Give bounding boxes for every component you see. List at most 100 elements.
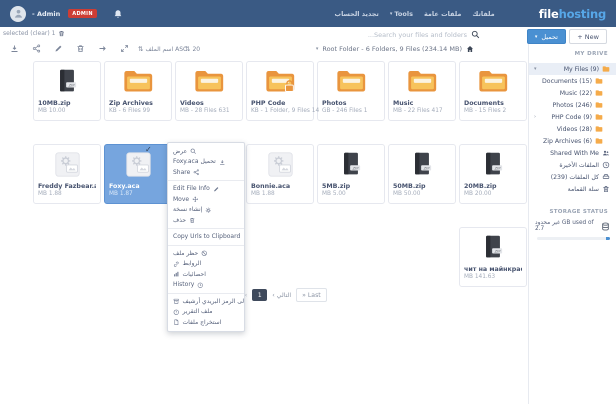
item-name[interactable]: Music xyxy=(393,100,451,107)
share-icon[interactable] xyxy=(32,44,41,53)
nav-tools-dropdown[interactable]: Tools▾ xyxy=(390,10,413,18)
file-card-50mb-zip[interactable]: .ZIP 50MB.zip MB 50.00 xyxy=(388,144,456,204)
new-button[interactable]: + New xyxy=(569,29,607,44)
menu-divider xyxy=(168,180,244,181)
download-icon[interactable] xyxy=(10,44,19,53)
item-name[interactable]: 10MB.zip xyxy=(38,100,96,107)
trash-icon xyxy=(602,185,610,193)
item-name[interactable]: 5MB.zip xyxy=(322,183,380,190)
sidebar-item-recent-files[interactable]: الملفات الأخيرة xyxy=(529,159,616,171)
search-input[interactable] xyxy=(321,31,467,39)
menu-item-add-to-zip-archive[interactable]: إضافة إلى الرمز البريدي أرشيف xyxy=(168,296,244,307)
sidebar-item-php-code[interactable]: › PHP Code (9) xyxy=(529,111,616,123)
file-card-minecraft-cheat-zip[interactable]: .ZIP чит на майнкрафт.zip MB 141.63 xyxy=(459,227,527,287)
pagination-next[interactable]: ‹ التالي xyxy=(272,292,291,299)
selected-count-text[interactable]: selected (clear) 1 xyxy=(3,30,55,37)
menu-item-delete[interactable]: حذف xyxy=(168,215,244,226)
edit-icon[interactable] xyxy=(54,44,63,53)
chart-icon xyxy=(173,271,180,278)
menu-item-copy-urls[interactable]: Copy Urls to Clipboard xyxy=(168,232,244,243)
menu-item-extract-files[interactable]: استخراج ملفات xyxy=(168,317,244,328)
bulk-actions-toolbar xyxy=(10,44,129,53)
item-name[interactable]: 20MB.zip xyxy=(464,183,522,190)
sidebar: MY DRIVE ▾ My Files (9) Documents (15) M… xyxy=(528,44,616,404)
image-file-icon xyxy=(125,151,152,178)
item-name[interactable]: Zip Archives xyxy=(109,100,167,107)
notifications-bell-icon[interactable] xyxy=(113,9,123,19)
home-icon[interactable] xyxy=(466,45,474,53)
folder-card-videos[interactable]: Videos MB - 28 Files 631 xyxy=(175,61,243,121)
trash-icon[interactable] xyxy=(76,44,85,53)
file-card-5mb-zip[interactable]: .ZIP 5MB.zip MB 5.00 xyxy=(317,144,385,204)
item-name[interactable]: чит на майнкрафт.zip xyxy=(464,266,522,273)
sidebar-item-all-files[interactable]: كل الملفات (239) xyxy=(529,171,616,183)
menu-item-statistics[interactable]: احصائيات xyxy=(168,269,244,280)
move-icon[interactable] xyxy=(98,44,107,53)
sidebar-item-documents[interactable]: Documents (15) xyxy=(529,75,616,87)
item-name[interactable]: Videos xyxy=(180,100,238,107)
folder-icon xyxy=(595,89,603,97)
history-icon xyxy=(197,282,204,289)
sidebar-item-photos[interactable]: Photos (246) xyxy=(529,99,616,111)
user-avatar[interactable] xyxy=(10,6,26,22)
nav-your-files[interactable]: ملفاتك xyxy=(472,10,494,18)
folder-card-music[interactable]: Music MB - 22 Files 417 xyxy=(388,61,456,121)
svg-text:.ZIP: .ZIP xyxy=(494,166,502,170)
sort-control[interactable]: ⇅ اسم الملف ASC xyxy=(138,45,187,53)
clear-selection-trash-icon[interactable] xyxy=(58,30,65,37)
sidebar-item-shared-with-me[interactable]: Shared With Me xyxy=(529,147,616,159)
folder-card-photos[interactable]: Photos GB - 246 Files 1 xyxy=(317,61,385,121)
item-name[interactable]: Freddy Fazbear.aca xyxy=(38,183,96,190)
menu-item-block-file[interactable]: حظر ملف xyxy=(168,248,244,259)
pagination-page-1[interactable]: 1 xyxy=(252,289,267,301)
item-name[interactable]: 50MB.zip xyxy=(393,183,451,190)
menu-item-view[interactable]: عرض xyxy=(168,146,244,157)
menu-item-edit-file-info[interactable]: Edit File Info xyxy=(168,184,244,195)
file-card-10mb-zip[interactable]: .ZIP 10MB.zip MB 10.00 xyxy=(33,61,101,121)
item-name[interactable]: Photos xyxy=(322,100,380,107)
pagination-last[interactable]: » Last xyxy=(296,288,327,302)
nav-public-files[interactable]: ملفات عامة xyxy=(424,10,461,18)
file-icon xyxy=(173,319,180,326)
menu-item-links[interactable]: الروابط xyxy=(168,259,244,270)
nav-renew-account[interactable]: تجديد الحساب xyxy=(335,10,379,18)
folder-card-zip-archives[interactable]: Zip Archives KB - 6 Files 99 xyxy=(104,61,172,121)
file-card-freddy[interactable]: Freddy Fazbear.aca MB 1.88 xyxy=(33,144,101,204)
folder-icon xyxy=(407,69,438,93)
menu-item-history[interactable]: History xyxy=(168,280,244,291)
sidebar-item-zip-archives[interactable]: Zip Archives (6) xyxy=(529,135,616,147)
search-icon[interactable] xyxy=(471,30,480,39)
per-page-control[interactable]: ⇅ 20 xyxy=(185,45,200,53)
user-menu[interactable]: - Admin xyxy=(32,10,60,18)
storage-usage: غير محدود GB used of 2.7 xyxy=(529,220,616,232)
item-name[interactable]: Bonnie.aca xyxy=(251,183,309,190)
upload-button[interactable]: تحميل ▾ xyxy=(527,29,566,44)
menu-item-report-file[interactable]: ملف التقرير xyxy=(168,307,244,318)
file-card-20mb-zip[interactable]: .ZIP 20MB.zip MB 20.00 xyxy=(459,144,527,204)
item-meta: MB - 15 Files 2 xyxy=(464,108,522,114)
menu-item-move[interactable]: Move xyxy=(168,194,244,205)
file-card-foxy-selected[interactable]: ✓ Foxy.aca MB 1.87 xyxy=(104,144,172,204)
item-name[interactable]: Documents xyxy=(464,100,522,107)
chevron-down-icon: ▾ xyxy=(535,34,538,40)
chevron-expander-icon[interactable]: › xyxy=(534,114,540,120)
link-icon xyxy=(173,261,180,268)
sidebar-item-my-files[interactable]: ▾ My Files (9) xyxy=(529,63,616,75)
item-name[interactable]: PHP Code xyxy=(251,100,309,107)
app-logo[interactable]: filehosting xyxy=(539,7,606,21)
breadcrumb[interactable]: ▾ Root Folder - 6 Folders, 9 Files (234.… xyxy=(316,45,474,53)
folder-card-php-code[interactable]: PHP Code KB - 1 Folder, 9 Files 14 xyxy=(246,61,314,121)
sidebar-item-videos[interactable]: Videos (28) xyxy=(529,123,616,135)
selected-check-icon: ✓ xyxy=(145,145,152,154)
menu-item-make-copy[interactable]: إنشاء نسخة xyxy=(168,205,244,216)
file-card-bonnie[interactable]: Bonnie.aca MB 1.88 xyxy=(246,144,314,204)
expand-icon[interactable] xyxy=(120,44,129,53)
pagination-prev[interactable]: ‹ xyxy=(245,292,247,299)
item-name[interactable]: Foxy.aca xyxy=(109,183,167,190)
menu-item-download[interactable]: Foxy.aca تحميل xyxy=(168,157,244,168)
folder-card-documents[interactable]: Documents MB - 15 Files 2 xyxy=(459,61,527,121)
sidebar-item-trash[interactable]: سلة القمامة xyxy=(529,183,616,195)
chevron-down-icon[interactable]: ▾ xyxy=(534,66,540,72)
sidebar-item-music[interactable]: Music (22) xyxy=(529,87,616,99)
menu-item-share[interactable]: Share xyxy=(168,167,244,178)
